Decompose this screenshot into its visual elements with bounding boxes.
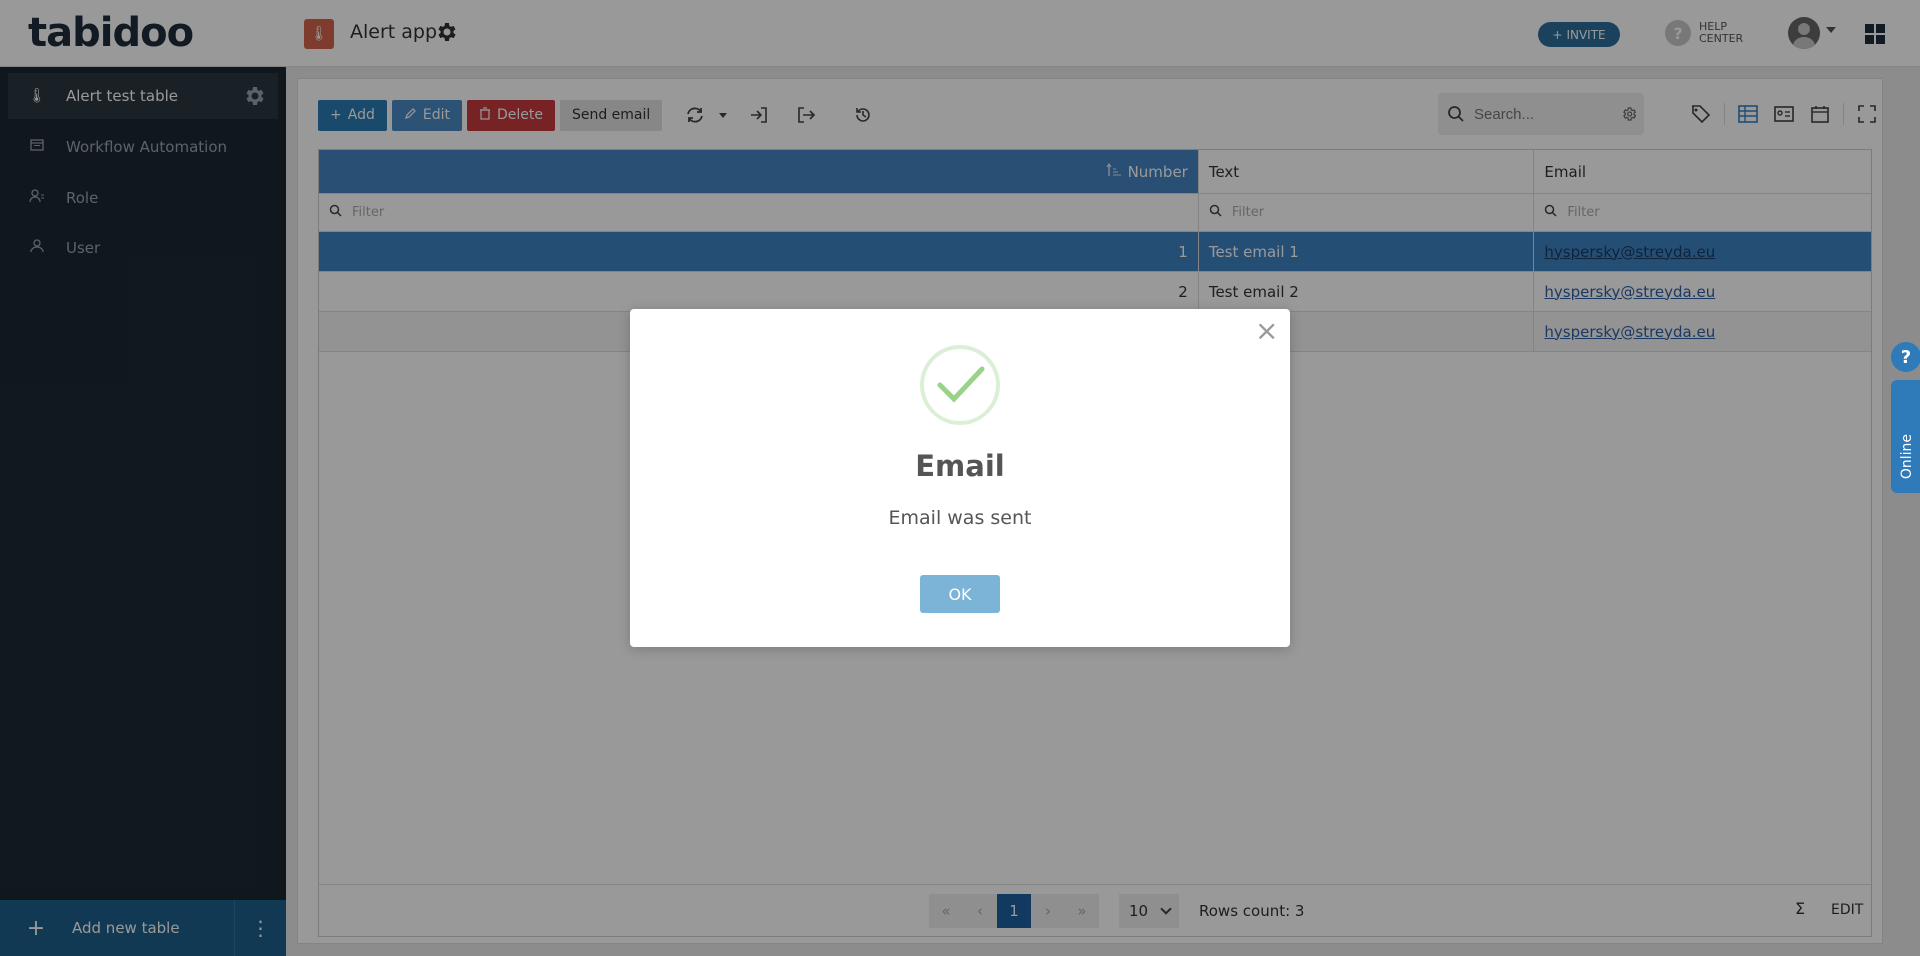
- help-float-button[interactable]: ?: [1891, 342, 1920, 372]
- close-icon[interactable]: ×: [1255, 317, 1278, 345]
- email-sent-dialog: × Email Email was sent OK: [630, 309, 1290, 647]
- success-check-icon: [920, 345, 1000, 425]
- ok-button[interactable]: OK: [920, 575, 1000, 613]
- dialog-title: Email: [915, 449, 1005, 483]
- dialog-message: Email was sent: [888, 507, 1032, 529]
- online-chat-tab[interactable]: Online: [1891, 380, 1920, 493]
